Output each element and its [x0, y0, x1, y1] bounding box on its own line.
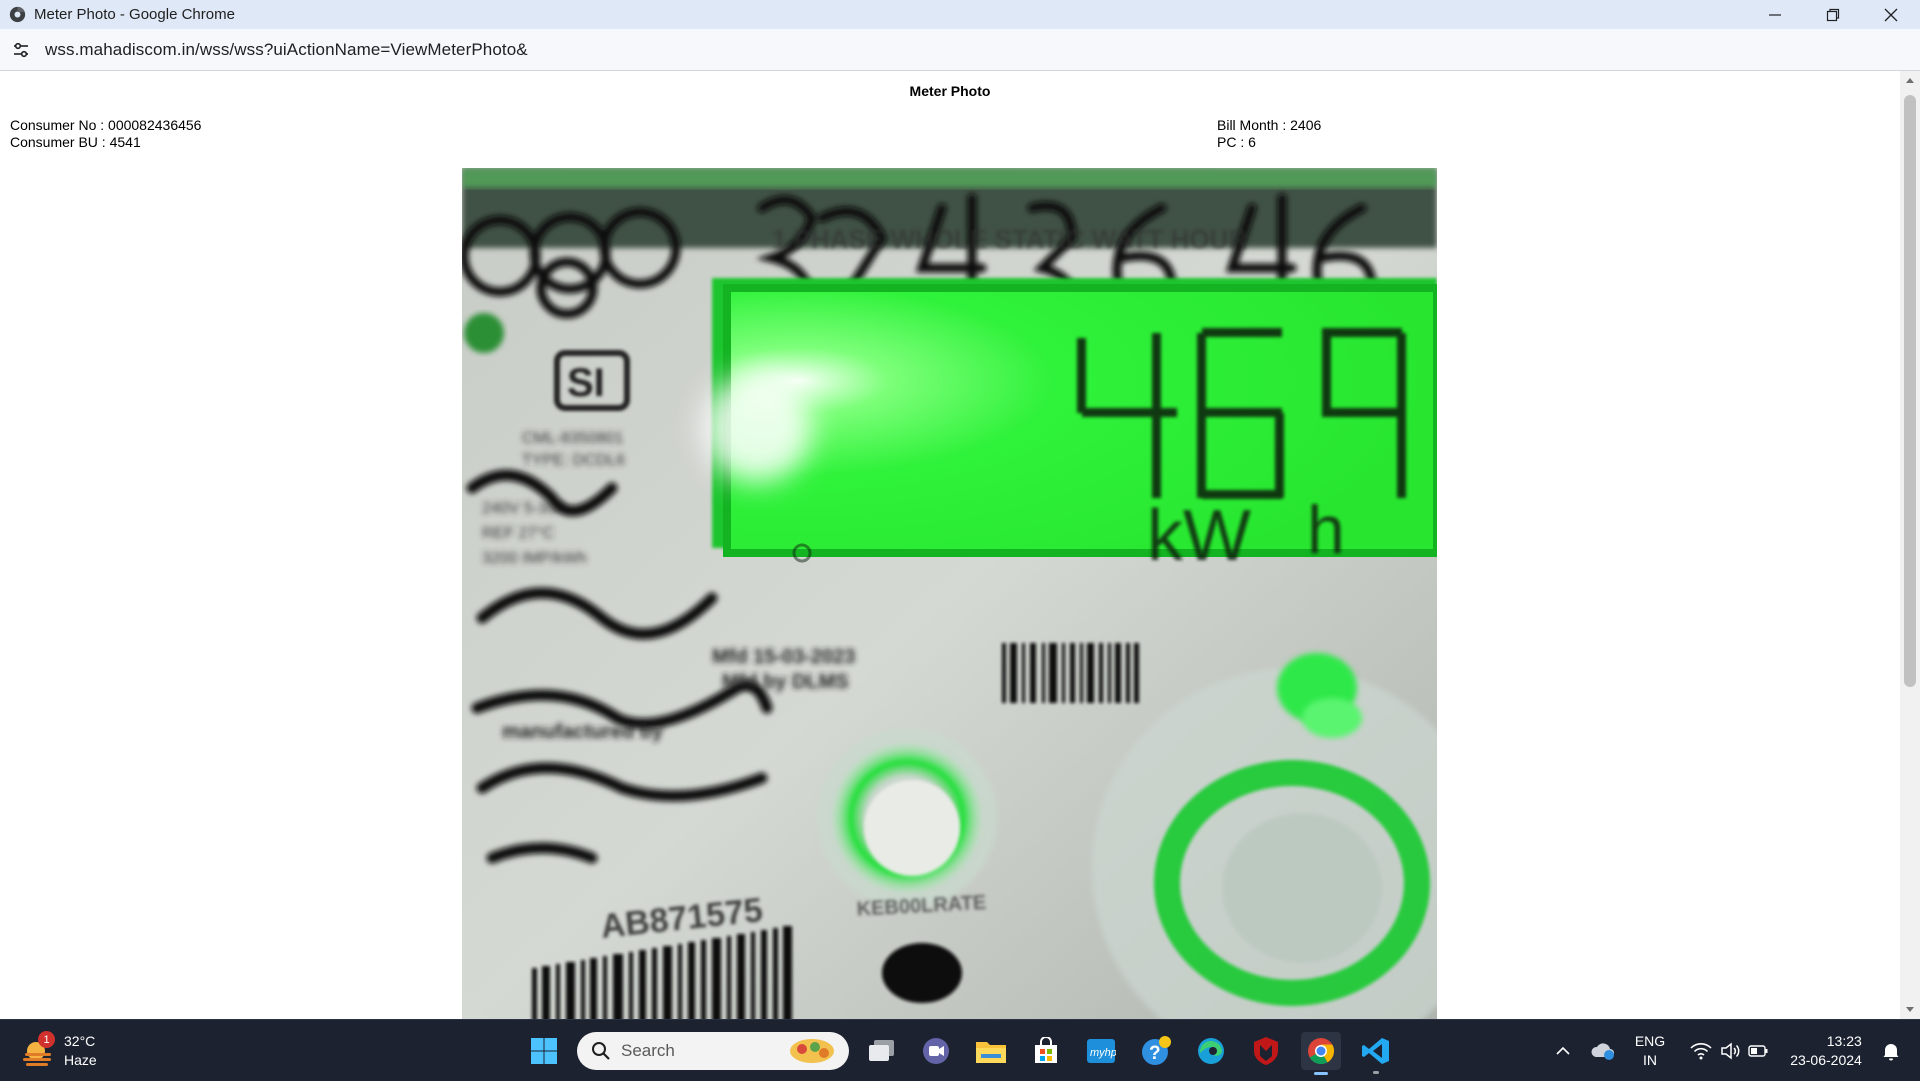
window-title: Meter Photo - Google Chrome [34, 6, 235, 23]
pc-value: PC : 6 [1217, 134, 1256, 150]
close-button[interactable] [1862, 0, 1920, 29]
chrome-taskbar-button[interactable] [1301, 1032, 1341, 1075]
myhp-button[interactable]: myhp [1081, 1032, 1121, 1070]
svg-text:1 PHASE WHOLE STATIC WATT HOUR: 1 PHASE WHOLE STATIC WATT HOUR [772, 224, 1247, 254]
chevron-up-icon [1556, 1046, 1570, 1055]
clock-time: 13:23 [1826, 1032, 1862, 1049]
meter-photo: 1 PHASE WHOLE STATIC WATT HOUR SI CML-83… [462, 168, 1437, 1019]
windows-start-button[interactable] [524, 1032, 564, 1070]
bill-month: Bill Month : 2406 [1217, 117, 1322, 133]
language-indicator[interactable]: ENG IN [1625, 1020, 1675, 1081]
vscode-icon [1362, 1038, 1389, 1064]
microsoft-store-button[interactable] [1026, 1032, 1066, 1070]
microsoft-store-icon [1035, 1037, 1057, 1063]
browser-title-bar: Meter Photo - Google Chrome [0, 0, 1920, 29]
volume-icon [1721, 1041, 1740, 1060]
weather-widget[interactable]: 1 32°C Haze [20, 1030, 97, 1072]
vertical-scrollbar[interactable] [1900, 71, 1920, 1019]
unit-kw-label: kW [1147, 496, 1251, 576]
notification-bell-icon [1883, 1043, 1899, 1060]
language-line1: ENG [1634, 1032, 1666, 1049]
address-bar: wss.mahadiscom.in/wss/wss?uiActionName=V… [0, 29, 1920, 71]
mcafee-button[interactable] [1246, 1032, 1286, 1070]
search-label: Search [621, 1041, 675, 1060]
svg-text:Mfd by DLMS: Mfd by DLMS [722, 671, 849, 693]
weather-haze-icon: 1 [20, 1031, 56, 1069]
active-app-indicator [1314, 1072, 1328, 1075]
chrome-icon [1308, 1038, 1335, 1065]
weather-text: 32°C Haze [64, 1032, 97, 1070]
onedrive-tray-button[interactable] [1586, 1020, 1620, 1081]
bill-info: Bill Month : 2406 PC : 6 [1217, 117, 1321, 151]
chrome-app-icon [9, 6, 26, 23]
file-explorer-button[interactable] [971, 1032, 1011, 1070]
svg-text:3200 IMP/kWh: 3200 IMP/kWh [482, 550, 587, 567]
restore-button[interactable] [1804, 0, 1862, 29]
weather-alert-badge: 1 [38, 1031, 55, 1048]
page-title: Meter Photo [909, 83, 991, 99]
wifi-icon [1690, 1042, 1712, 1059]
battery-icon [1748, 1044, 1768, 1057]
page-content: Meter Photo Consumer No : 000082436456 C… [0, 71, 1900, 1019]
vscode-button[interactable] [1356, 1032, 1396, 1074]
running-app-indicator [1373, 1071, 1379, 1074]
onedrive-cloud-icon [1591, 1042, 1614, 1060]
scroll-down-button[interactable] [1900, 1001, 1920, 1019]
meet-icon [923, 1038, 949, 1064]
scroll-up-arrow-icon [1906, 78, 1914, 83]
site-info-button[interactable] [10, 39, 32, 61]
tune-icon [14, 42, 28, 57]
quick-settings-button[interactable] [1684, 1020, 1774, 1081]
svg-text:CML-8350801: CML-8350801 [522, 430, 624, 447]
svg-text:?: ? [1149, 1043, 1161, 1064]
unit-h-label: h [1307, 492, 1345, 568]
minimize-icon [1769, 13, 1781, 16]
get-help-button[interactable]: ? [1136, 1032, 1176, 1070]
search-highlight-icon [790, 1039, 834, 1063]
svg-text:SI: SI [567, 361, 605, 405]
show-hidden-icons-button[interactable] [1548, 1020, 1578, 1081]
scroll-thumb[interactable] [1904, 95, 1916, 687]
clock-date: 23-06-2024 [1790, 1051, 1862, 1068]
minimize-button[interactable] [1746, 0, 1804, 29]
edge-button[interactable] [1191, 1032, 1231, 1070]
taskbar: 1 32°C Haze Search myhp ? ENG IN 13:23 2… [0, 1019, 1920, 1081]
restore-icon [1826, 8, 1840, 21]
language-line2: IN [1643, 1051, 1657, 1068]
scroll-down-arrow-icon [1906, 1007, 1914, 1012]
edge-icon [1198, 1038, 1224, 1064]
get-help-icon: ? [1142, 1036, 1171, 1065]
mcafee-icon [1254, 1037, 1278, 1065]
task-view-icon [869, 1040, 894, 1061]
svg-text:TYPE: DCDL6: TYPE: DCDL6 [522, 452, 625, 469]
meet-button[interactable] [916, 1032, 956, 1070]
svg-text:manufactured by: manufactured by [502, 721, 664, 743]
svg-text:REF 27°C: REF 27°C [482, 525, 554, 542]
svg-text:Mfd 15-03-2023: Mfd 15-03-2023 [712, 646, 855, 668]
weather-temperature: 32°C [64, 1033, 96, 1049]
scroll-up-button[interactable] [1900, 71, 1920, 89]
windows-start-icon [531, 1038, 557, 1064]
window-controls [1746, 0, 1920, 29]
search-icon [592, 1042, 610, 1060]
file-explorer-icon [976, 1042, 1006, 1063]
notifications-button[interactable] [1874, 1020, 1908, 1081]
svg-text:myhp: myhp [1090, 1047, 1116, 1059]
consumer-bu: Consumer BU : 4541 [10, 134, 141, 150]
consumer-info: Consumer No : 000082436456 Consumer BU :… [10, 117, 201, 151]
task-view-button[interactable] [862, 1032, 902, 1070]
clock[interactable]: 13:23 23-06-2024 [1778, 1020, 1874, 1081]
url-field[interactable]: wss.mahadiscom.in/wss/wss?uiActionName=V… [45, 40, 528, 60]
taskbar-search[interactable]: Search [577, 1032, 849, 1070]
weather-description: Haze [64, 1052, 97, 1068]
myhp-icon: myhp [1087, 1039, 1116, 1063]
consumer-number: Consumer No : 000082436456 [10, 117, 202, 133]
close-icon [1884, 8, 1898, 21]
